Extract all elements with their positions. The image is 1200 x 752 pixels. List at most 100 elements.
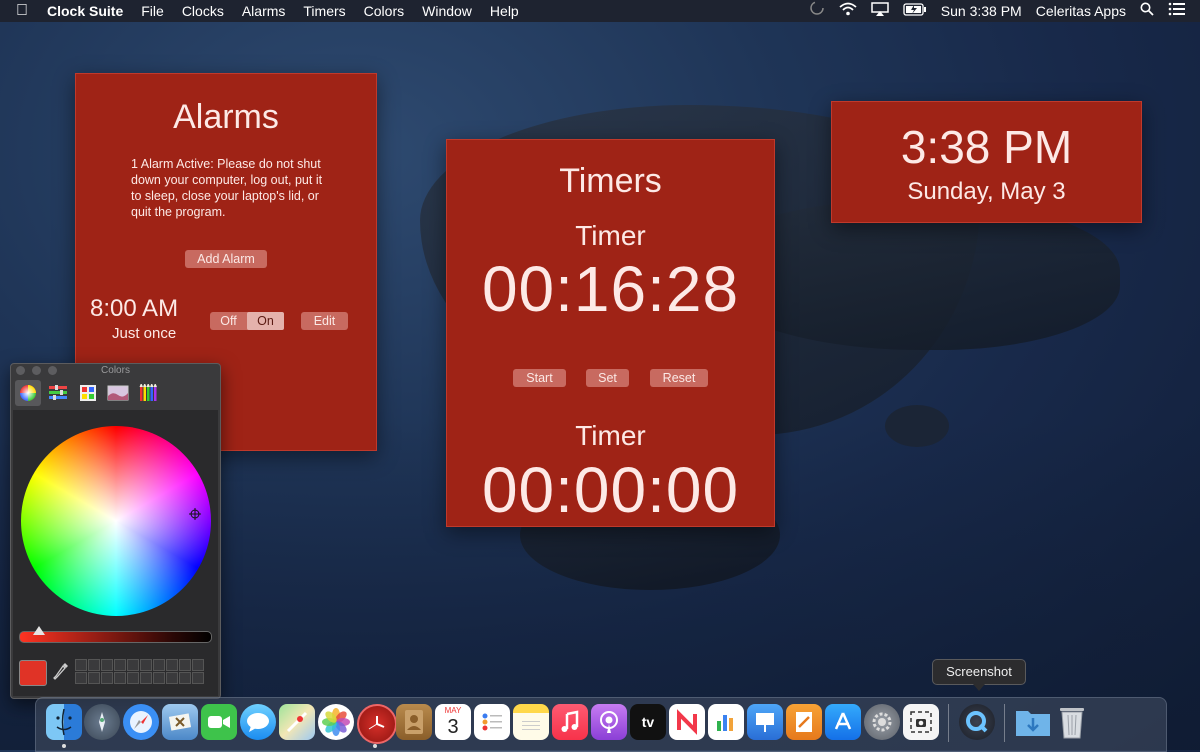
timers-window[interactable]: Timers Timer 00:16:28 Start Set Reset Ti… xyxy=(446,139,775,527)
favorite-swatch-slot[interactable] xyxy=(166,672,178,684)
favorite-swatch-slot[interactable] xyxy=(88,672,100,684)
favorite-swatch-slot[interactable] xyxy=(88,659,100,671)
wallpaper-rock xyxy=(885,405,949,447)
photos-icon[interactable] xyxy=(318,704,354,740)
favorite-swatch-slot[interactable] xyxy=(140,672,152,684)
colors-titlebar[interactable]: Colors xyxy=(11,364,220,378)
menu-alarms[interactable]: Alarms xyxy=(233,0,295,22)
notes-icon[interactable] xyxy=(513,704,549,740)
safari-icon[interactable] xyxy=(123,704,159,740)
reminders-icon[interactable] xyxy=(474,704,510,740)
favorite-swatch-slot[interactable] xyxy=(75,672,87,684)
apple-tv-icon[interactable]: tv xyxy=(630,704,666,740)
dock-separator xyxy=(948,704,949,742)
podcasts-icon[interactable] xyxy=(591,704,627,740)
favorite-swatch-slot[interactable] xyxy=(192,659,204,671)
clock-window[interactable]: 3:38 PM Sunday, May 3 xyxy=(831,101,1142,223)
favorite-swatch-slot[interactable] xyxy=(166,659,178,671)
favorite-swatch-slot[interactable] xyxy=(75,659,87,671)
calendar-month: MAY xyxy=(444,706,462,715)
notification-center-icon[interactable] xyxy=(1161,0,1200,22)
menu-help[interactable]: Help xyxy=(481,0,528,22)
trash-icon[interactable] xyxy=(1054,704,1090,740)
timers-title: Timers xyxy=(559,162,662,200)
crosshair-icon[interactable] xyxy=(189,508,201,520)
add-alarm-button[interactable]: Add Alarm xyxy=(185,250,267,268)
favorite-swatch-slot[interactable] xyxy=(140,659,152,671)
alarm-on-off-toggle[interactable]: Off On xyxy=(210,312,284,330)
airplay-icon[interactable] xyxy=(864,0,896,22)
sliders-icon[interactable] xyxy=(45,380,71,406)
menu-timers[interactable]: Timers xyxy=(294,0,354,22)
menubar-clock[interactable]: Sun 3:38 PM xyxy=(934,0,1029,22)
colors-panel[interactable]: Colors xyxy=(10,363,221,699)
timer-1-label: Timer xyxy=(575,220,646,251)
quicktime-player-icon[interactable] xyxy=(959,704,995,740)
image-palettes-icon[interactable] xyxy=(105,380,131,406)
favorite-swatch-slot[interactable] xyxy=(153,659,165,671)
clock-status-icon[interactable] xyxy=(802,0,832,22)
edit-alarm-button[interactable]: Edit xyxy=(301,312,348,330)
color-wheel-icon[interactable] xyxy=(15,380,41,406)
spotlight-search-icon[interactable] xyxy=(1133,0,1161,22)
favorite-swatch-slot[interactable] xyxy=(114,672,126,684)
favorite-swatch-slot[interactable] xyxy=(192,672,204,684)
timer-set-button[interactable]: Set xyxy=(586,369,629,387)
contacts-icon[interactable] xyxy=(396,704,432,740)
calendar-icon[interactable]: MAY 3 xyxy=(435,704,471,740)
menu-window[interactable]: Window xyxy=(413,0,481,22)
calendar-day: 3 xyxy=(447,716,459,738)
screenshot-icon[interactable] xyxy=(903,704,939,740)
selected-color-swatch[interactable] xyxy=(19,660,47,686)
menu-colors[interactable]: Colors xyxy=(355,0,413,22)
downloads-folder-icon[interactable] xyxy=(1015,704,1051,740)
clock-suite-running-indicator xyxy=(373,744,377,748)
eyedropper-icon[interactable] xyxy=(53,662,69,682)
tv-label: tv xyxy=(641,714,655,730)
colors-title: Colors xyxy=(101,365,130,376)
alarms-title: Alarms xyxy=(173,98,279,136)
launchpad-icon[interactable] xyxy=(84,704,120,740)
brightness-slider-knob[interactable] xyxy=(33,626,45,635)
favorite-swatch-slot[interactable] xyxy=(114,659,126,671)
clock-suite-icon[interactable] xyxy=(357,704,397,744)
favorite-swatch-slot[interactable] xyxy=(127,659,139,671)
numbers-icon[interactable] xyxy=(708,704,744,740)
favorite-swatch-slot[interactable] xyxy=(179,659,191,671)
favorite-swatch-slot[interactable] xyxy=(101,659,113,671)
apple-icon[interactable]:  xyxy=(0,0,38,22)
colors-mode-toolbar xyxy=(15,380,161,406)
news-icon[interactable] xyxy=(669,704,705,740)
toggle-off-option[interactable]: Off xyxy=(210,312,247,330)
menu-file[interactable]: File xyxy=(132,0,173,22)
messages-icon[interactable] xyxy=(240,704,276,740)
menu-app-name[interactable]: Clock Suite xyxy=(38,0,132,22)
pages-icon[interactable] xyxy=(786,704,822,740)
favorite-swatch-slot[interactable] xyxy=(179,672,191,684)
brightness-slider[interactable] xyxy=(19,631,212,643)
timer-start-button[interactable]: Start xyxy=(513,369,566,387)
finder-icon[interactable] xyxy=(46,704,82,740)
keynote-icon[interactable] xyxy=(747,704,783,740)
maps-icon[interactable] xyxy=(279,704,315,740)
music-icon[interactable] xyxy=(552,704,588,740)
favorite-swatch-slot[interactable] xyxy=(127,672,139,684)
mail-icon[interactable] xyxy=(162,704,198,740)
facetime-icon[interactable] xyxy=(201,704,237,740)
battery-icon[interactable] xyxy=(896,0,934,22)
timer-2-value: 00:00:00 xyxy=(481,454,740,526)
menu-clocks[interactable]: Clocks xyxy=(173,0,233,22)
palettes-icon[interactable] xyxy=(75,380,101,406)
timer-reset-button[interactable]: Reset xyxy=(650,369,708,387)
system-preferences-icon[interactable] xyxy=(864,704,900,740)
pencils-icon[interactable] xyxy=(135,380,161,406)
timer-2-label: Timer xyxy=(575,420,646,451)
app-store-icon[interactable] xyxy=(825,704,861,740)
favorite-swatch-slot[interactable] xyxy=(153,672,165,684)
toggle-on-option[interactable]: On xyxy=(247,312,284,330)
color-wheel[interactable] xyxy=(21,426,211,616)
favorite-swatch-slot[interactable] xyxy=(101,672,113,684)
wifi-icon[interactable] xyxy=(832,0,864,22)
menu-bar:  Clock Suite File Clocks Alarms Timers … xyxy=(0,0,1200,22)
menubar-user[interactable]: Celeritas Apps xyxy=(1029,0,1133,22)
